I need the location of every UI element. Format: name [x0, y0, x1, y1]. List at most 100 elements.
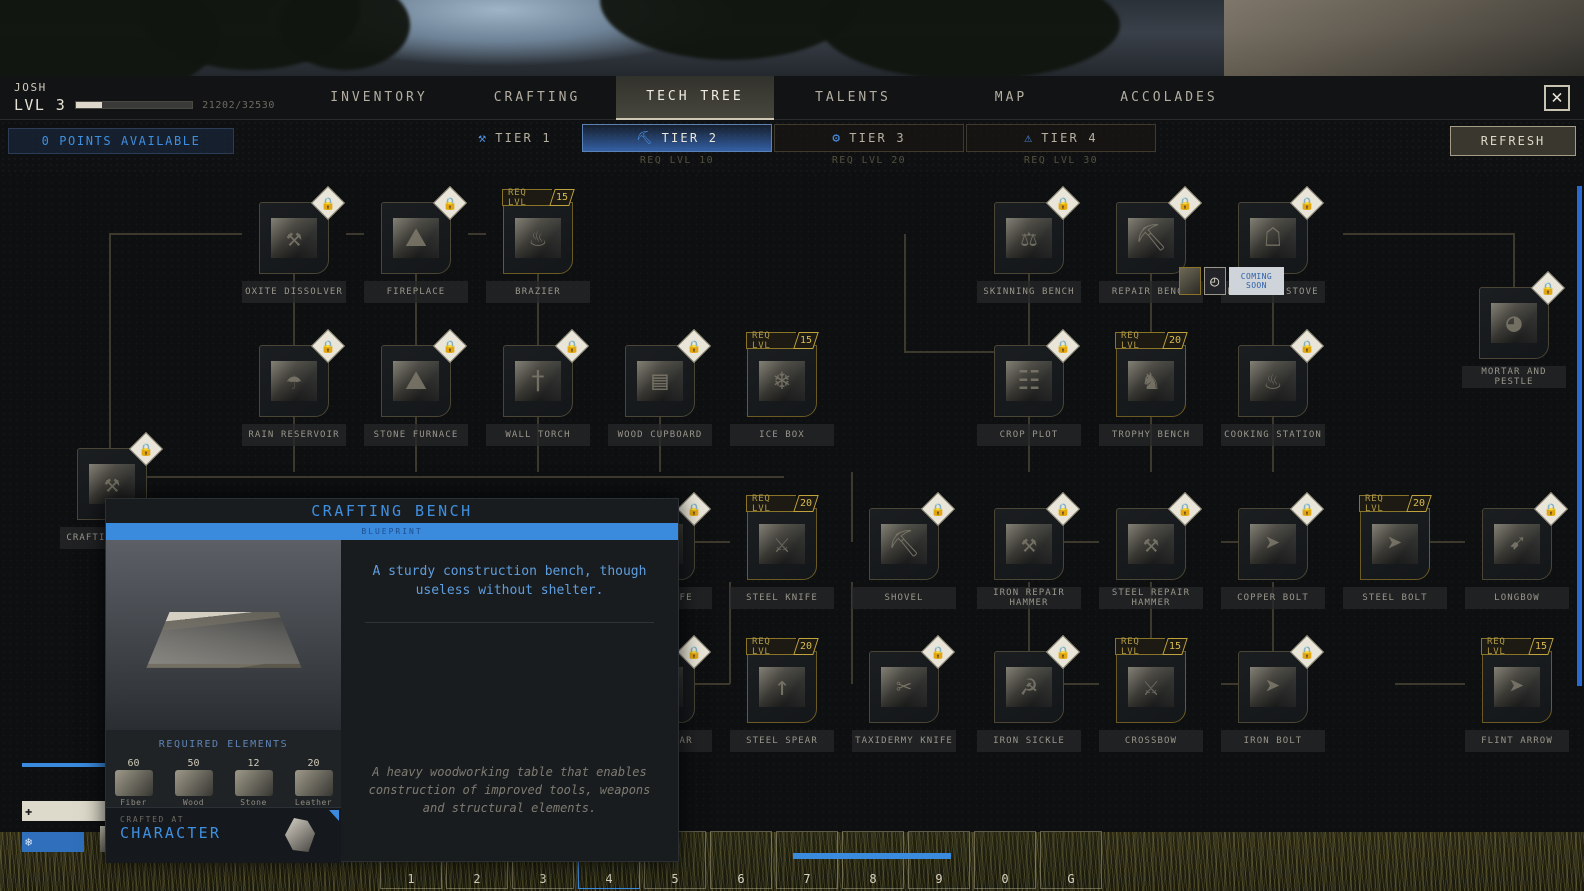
required-element: 20 Leather [291, 758, 337, 807]
node-icon-frame[interactable]: ▤ 🔒 [625, 329, 711, 417]
tech-node-brazier[interactable]: ♨ REQ LVL 15 BRAZIER [486, 188, 590, 303]
hotbar-slot-G[interactable]: G [1040, 831, 1102, 889]
tech-node-steel-bolt[interactable]: ➤ REQ LVL 20 STEEL BOLT [1343, 494, 1447, 609]
node-icon-frame[interactable]: ⚖ 🔒 [994, 186, 1080, 274]
node-icon-frame[interactable]: ☷ 🔒 [994, 329, 1080, 417]
tech-node-repair-bench[interactable]: ⛏ 🔒 ◴ COMING SOON REPAIR BENCH [1099, 186, 1285, 303]
tech-node-longbow[interactable]: ➹ 🔒 LONGBOW [1465, 492, 1569, 609]
tech-node-wall-torch[interactable]: † 🔒 WALL TORCH [486, 329, 590, 446]
node-glyph-icon: ⚒ [104, 469, 120, 499]
hotbar-slot-7[interactable]: 7 [776, 831, 838, 889]
node-icon-frame[interactable]: ↑ REQ LVL 20 [746, 637, 819, 723]
node-icon-frame[interactable]: ❄ REQ LVL 15 [746, 331, 819, 417]
hotbar-key-label: 8 [869, 872, 877, 886]
hotbar-slot-6[interactable]: 6 [710, 831, 772, 889]
node-glyph-icon: ☖ [1265, 223, 1281, 253]
tab-crafting[interactable]: CRAFTING [458, 76, 616, 120]
node-icon-frame[interactable]: ⚔ REQ LVL 20 [746, 494, 819, 580]
req-level-value: 20 [792, 495, 819, 512]
tech-node-trophy-bench[interactable]: ♞ REQ LVL 20 TROPHY BENCH [1099, 331, 1203, 446]
tech-node-crossbow[interactable]: ⚔ REQ LVL 15 CROSSBOW [1099, 637, 1203, 752]
tech-node-taxidermy-knife[interactable]: ✂ 🔒 TAXIDERMY KNIFE [852, 635, 956, 752]
node-icon-frame[interactable]: ☖ 🔒 [1238, 186, 1324, 274]
tech-node-steel-knife[interactable]: ⚔ REQ LVL 20 STEEL KNIFE [730, 494, 834, 609]
node-icon-frame[interactable]: ⛰ 🔒 [381, 329, 467, 417]
tree-scrollbar[interactable] [1577, 186, 1582, 686]
tab-talents[interactable]: TALENTS [774, 76, 932, 120]
tier-selector: ⚒ TIER 1 ⛏ TIER 2 REQ LVL 10 ⚙ TIER 3 REQ LVL 2… [450, 124, 1156, 166]
node-icon-frame[interactable]: ⚒ 🔒 [994, 492, 1080, 580]
node-icon-frame[interactable]: ◕ 🔒 [1479, 271, 1565, 359]
tier-2-icon: ⛏ [635, 130, 655, 146]
node-icon-frame[interactable]: ⚔ REQ LVL 15 [1115, 637, 1188, 723]
tech-node-iron-sickle[interactable]: ☭ 🔒 IRON SICKLE [977, 635, 1081, 752]
hud-accent-line [22, 763, 114, 767]
tech-node-ice-box[interactable]: ❄ REQ LVL 15 ICE BOX [730, 331, 834, 446]
node-icon-frame[interactable]: ☭ 🔒 [994, 635, 1080, 723]
node-glyph-icon: † [530, 366, 546, 396]
tech-node-cooking-station[interactable]: ♨ 🔒 COOKING STATION [1221, 329, 1325, 446]
node-icon-frame[interactable]: ⚒ 🔒 [259, 186, 345, 274]
node-icon-frame[interactable]: ⛰ 🔒 [381, 186, 467, 274]
node-label: RAIN RESERVOIR [242, 424, 346, 446]
hotbar-slot-9[interactable]: 9 [908, 831, 970, 889]
node-icon-frame[interactable]: ♨ 🔒 [1238, 329, 1324, 417]
node-label: BRAZIER [486, 281, 590, 303]
node-label: STEEL KNIFE [730, 587, 834, 609]
points-available-button[interactable]: 0 POINTS AVAILABLE [8, 128, 234, 154]
node-icon-frame[interactable]: ⚒ 🔒 [1116, 492, 1202, 580]
tech-node-oxite-dissolver[interactable]: ⚒ 🔒 OXITE DISSOLVER [242, 186, 346, 303]
node-icon-frame[interactable]: ⛏ 🔒 ◴ COMING SOON [1116, 186, 1285, 295]
tier-button-2[interactable]: ⛏ TIER 2 REQ LVL 10 [582, 124, 772, 166]
req-level-text: REQ LVL [1359, 494, 1409, 514]
tech-node-iron-repair-hammer[interactable]: ⚒ 🔒 IRON REPAIR HAMMER [977, 492, 1081, 609]
tech-node-mortar-and-pestle[interactable]: ◕ 🔒 MORTAR AND PESTLE [1462, 271, 1566, 388]
tier-button-4[interactable]: ⚠ TIER 4 REQ LVL 30 [966, 124, 1156, 166]
hotbar-slot-0[interactable]: 0 [974, 831, 1036, 889]
node-icon-frame[interactable]: † 🔒 [503, 329, 589, 417]
tech-node-skinning-bench[interactable]: ⚖ 🔒 SKINNING BENCH [977, 186, 1081, 303]
node-icon-frame[interactable]: ➤ REQ LVL 20 [1359, 494, 1432, 580]
tab-map[interactable]: MAP [932, 76, 1090, 120]
required-element: 12 Stone [231, 758, 277, 807]
node-icon-frame[interactable]: ➹ 🔒 [1482, 492, 1568, 580]
coming-soon-label: COMING SOON [1228, 267, 1285, 295]
hotbar-key-label: 0 [1001, 872, 1009, 886]
blueprint-preview-image [106, 540, 341, 731]
tab-inventory[interactable]: INVENTORY [300, 76, 458, 120]
tech-node-copper-bolt[interactable]: ➤ 🔒 COPPER BOLT [1221, 492, 1325, 609]
tech-node-steel-repair-hammer[interactable]: ⚒ 🔒 STEEL REPAIR HAMMER [1099, 492, 1203, 609]
refresh-button[interactable]: REFRESH [1450, 126, 1576, 156]
node-icon-frame[interactable]: ⛏ 🔒 [869, 492, 955, 580]
expand-arrow-icon[interactable] [329, 810, 339, 822]
tech-node-crop-plot[interactable]: ☷ 🔒 CROP PLOT [977, 329, 1081, 446]
tech-node-fireplace[interactable]: ⛰ 🔒 FIREPLACE [364, 186, 468, 303]
tech-node-stone-furnace[interactable]: ⛰ 🔒 STONE FURNACE [364, 329, 468, 446]
tech-node-wood-cupboard[interactable]: ▤ 🔒 WOOD CUPBOARD [608, 329, 712, 446]
node-icon-frame[interactable]: ➤ 🔒 [1238, 635, 1324, 723]
node-icon-frame[interactable]: ✂ 🔒 [869, 635, 955, 723]
tech-node-iron-bolt[interactable]: ➤ 🔒 IRON BOLT [1221, 635, 1325, 752]
tech-node-rain-reservoir[interactable]: ☂ 🔒 RAIN RESERVOIR [242, 329, 346, 446]
close-icon[interactable]: ✕ [1544, 84, 1570, 111]
tier-button-1[interactable]: ⚒ TIER 1 [450, 124, 580, 152]
node-icon-frame[interactable]: ♞ REQ LVL 20 [1115, 331, 1188, 417]
health-cross-icon: ✚ [25, 804, 33, 818]
node-icon-frame[interactable]: ♨ REQ LVL 15 [502, 188, 575, 274]
tech-node-shovel[interactable]: ⛏ 🔒 SHOVEL [852, 492, 956, 609]
tech-node-flint-arrow[interactable]: ➤ REQ LVL 15 FLINT ARROW [1465, 637, 1569, 752]
required-item-icon [114, 770, 153, 797]
hotbar-slot-8[interactable]: 8 [842, 831, 904, 889]
req-level-value: 15 [1527, 638, 1554, 655]
main-tabs: INVENTORY CRAFTING TECH TREE TALENTS MAP ACCO… [300, 75, 1544, 120]
node-icon-frame[interactable]: ➤ 🔒 [1238, 492, 1324, 580]
node-icon-frame[interactable]: ➤ REQ LVL 15 [1481, 637, 1554, 723]
req-level-text: REQ LVL [1481, 637, 1531, 657]
tech-node-steel-spear[interactable]: ↑ REQ LVL 20 STEEL SPEAR [730, 637, 834, 752]
node-label: SHOVEL [852, 587, 956, 609]
tab-accolades[interactable]: ACCOLADES [1090, 76, 1248, 120]
popup-progress-bar [793, 853, 951, 859]
tab-tech-tree[interactable]: TECH TREE [616, 75, 774, 120]
node-icon-frame[interactable]: ☂ 🔒 [259, 329, 345, 417]
tier-button-3[interactable]: ⚙ TIER 3 REQ LVL 20 [774, 124, 964, 166]
